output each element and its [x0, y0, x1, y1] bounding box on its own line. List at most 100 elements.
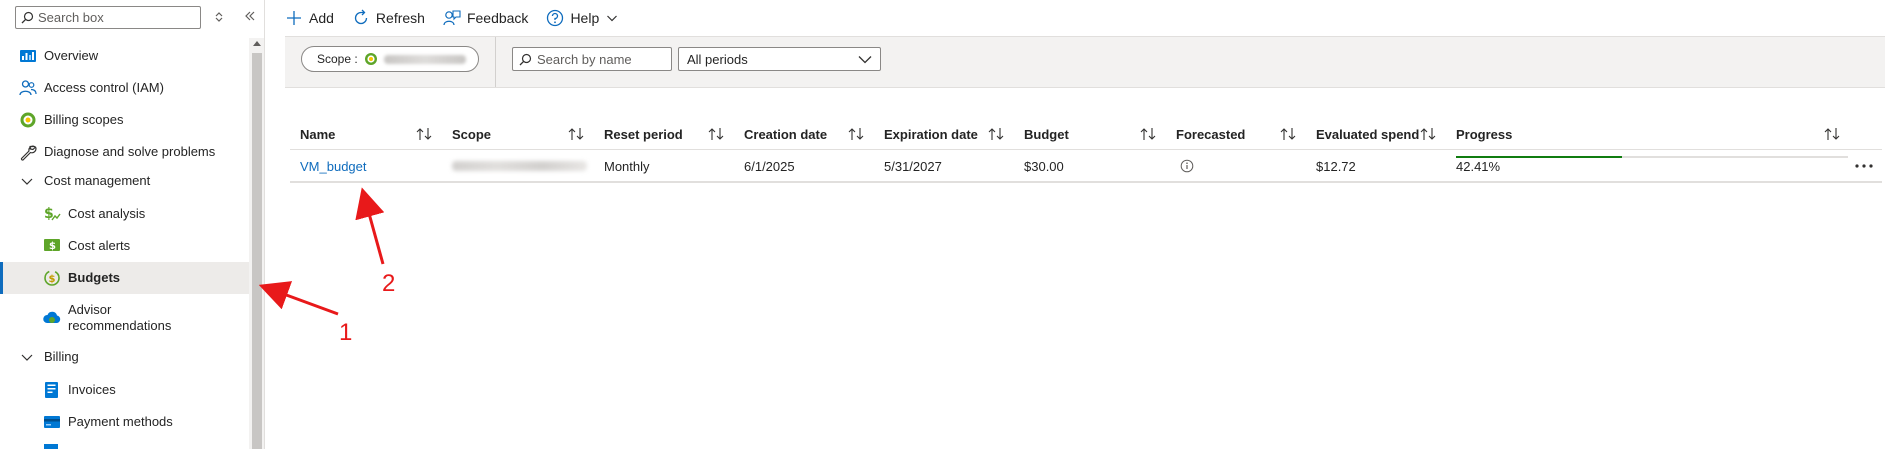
plus-icon — [287, 11, 301, 25]
scope-pill-button[interactable]: Scope : — [301, 46, 479, 72]
sidebar-search-input[interactable] — [38, 9, 198, 26]
column-header-name[interactable]: Name — [300, 118, 335, 150]
name-search-input[interactable] — [537, 51, 667, 67]
feedback-button[interactable]: Feedback — [443, 0, 528, 36]
refresh-button-label: Refresh — [375, 10, 425, 26]
sort-icon[interactable] — [1140, 127, 1156, 141]
sidebar-group-label: Cost management — [44, 173, 151, 188]
cell-progress-text: 42.41% — [1456, 158, 1501, 174]
sidebar-item-cost-alerts[interactable]: $ Cost alerts — [0, 230, 249, 262]
cost-analysis-icon: $ — [44, 206, 61, 222]
period-dropdown[interactable]: All periods — [678, 47, 881, 71]
collapse-sidebar-icon[interactable] — [243, 9, 257, 23]
column-header-progress[interactable]: Progress — [1456, 118, 1512, 150]
sidebar-item-label: Advisor recommendations — [68, 302, 172, 333]
sort-icon[interactable] — [848, 127, 864, 141]
row-divider — [290, 181, 1882, 183]
wrench-icon — [20, 145, 37, 161]
advisor-icon — [43, 311, 61, 323]
scroll-up-arrow-icon[interactable] — [253, 40, 261, 46]
sidebar-item-label: Cost analysis — [68, 206, 146, 221]
sidebar-item-overview[interactable]: Overview — [0, 40, 249, 72]
help-icon — [547, 9, 564, 27]
sort-icon[interactable] — [1824, 127, 1840, 141]
sort-icon[interactable] — [416, 127, 432, 141]
refresh-button[interactable]: Refresh — [352, 0, 425, 36]
sidebar-group-label: Billing — [44, 349, 79, 364]
sidebar: Overview Access control (IAM) Billing sc… — [0, 0, 264, 449]
chevron-down-icon — [607, 15, 618, 22]
billing-scope-icon — [20, 112, 36, 128]
sort-icon[interactable] — [708, 127, 724, 141]
chevron-down-icon — [21, 178, 33, 185]
cell-evaluated-spend: $12.72 — [1316, 158, 1356, 174]
help-button-label: Help — [570, 10, 600, 26]
annotation-label-2: 2 — [382, 270, 396, 297]
feedback-icon — [443, 10, 461, 26]
people-icon — [19, 80, 37, 96]
feedback-button-label: Feedback — [466, 10, 529, 26]
sidebar-item-diagnose[interactable]: Diagnose and solve problems — [0, 136, 249, 168]
add-button-label: Add — [309, 10, 334, 26]
refresh-icon — [354, 9, 368, 25]
svg-text:$: $ — [49, 241, 56, 252]
expand-collapse-toggle-icon[interactable] — [214, 10, 224, 24]
chevron-down-icon — [21, 354, 33, 361]
column-header-evaluated-spend[interactable]: Evaluated spend — [1316, 118, 1419, 150]
search-icon — [519, 53, 532, 66]
next-item-icon-partial — [44, 444, 58, 449]
column-header-budget[interactable]: Budget — [1024, 118, 1069, 150]
search-icon — [21, 11, 34, 24]
column-header-scope[interactable]: Scope — [452, 118, 491, 150]
sidebar-item-label: Overview — [44, 48, 99, 63]
sidebar-search-box[interactable] — [15, 6, 201, 29]
help-button[interactable]: Help — [546, 0, 618, 36]
sidebar-item-cost-analysis[interactable]: $ Cost analysis — [0, 198, 249, 230]
annotation-label-1: 1 — [339, 319, 353, 346]
sort-icon[interactable] — [1280, 127, 1296, 141]
cell-creation-date: 6/1/2025 — [744, 158, 795, 174]
sidebar-scrollbar-thumb[interactable] — [252, 53, 262, 449]
sidebar-group-billing[interactable]: Billing — [0, 341, 249, 373]
sidebar-item-budgets[interactable]: $ Budgets — [0, 262, 249, 294]
cell-budget: $30.00 — [1024, 158, 1064, 174]
invoice-icon — [45, 382, 58, 398]
info-icon[interactable] — [1180, 159, 1194, 173]
sidebar-item-advisor-recommendations[interactable]: Advisor recommendations — [0, 298, 249, 338]
sidebar-item-billing-scopes[interactable]: Billing scopes — [0, 104, 249, 136]
sidebar-item-label: Invoices — [68, 382, 116, 397]
column-header-reset-period[interactable]: Reset period — [604, 118, 683, 150]
command-bar: Add Refresh Feedback Help — [285, 0, 636, 36]
name-search-box[interactable] — [512, 47, 672, 71]
sidebar-item-invoices[interactable]: Invoices — [0, 374, 249, 406]
add-button[interactable]: Add — [285, 0, 334, 36]
sidebar-divider — [264, 0, 265, 449]
sort-icon[interactable] — [988, 127, 1004, 141]
cell-reset-period: Monthly — [604, 158, 650, 174]
budget-name-link[interactable]: VM_budget — [300, 159, 367, 174]
scope-value-redacted — [383, 54, 466, 64]
sidebar-item-label: Cost alerts — [68, 238, 131, 253]
filter-divider — [495, 37, 496, 87]
filter-bar: Scope : All periods — [285, 36, 1885, 88]
sidebar-item-payment-methods[interactable]: Payment methods — [0, 406, 249, 438]
more-options-icon[interactable] — [1852, 158, 1876, 174]
overview-icon — [20, 50, 36, 62]
column-header-expiration-date[interactable]: Expiration date — [884, 118, 978, 150]
svg-text:$: $ — [49, 274, 56, 285]
sidebar-item-label: Diagnose and solve problems — [44, 144, 216, 159]
sort-icon[interactable] — [568, 127, 584, 141]
sidebar-item-label: Access control (IAM) — [44, 80, 164, 95]
sidebar-group-cost-management[interactable]: Cost management — [0, 165, 249, 197]
column-header-forecasted[interactable]: Forecasted — [1176, 118, 1245, 150]
column-header-creation-date[interactable]: Creation date — [744, 118, 827, 150]
sidebar-item-access-control[interactable]: Access control (IAM) — [0, 72, 249, 104]
billing-scope-icon — [364, 53, 377, 65]
cell-expiration-date: 5/31/2027 — [884, 158, 942, 174]
progress-bar-track — [1456, 156, 1848, 158]
payment-icon — [44, 416, 60, 428]
annotation-arrow-1 — [258, 281, 339, 316]
sort-icon[interactable] — [1420, 127, 1436, 141]
cell-scope — [452, 150, 587, 182]
sidebar-item-label: Budgets — [68, 270, 120, 285]
